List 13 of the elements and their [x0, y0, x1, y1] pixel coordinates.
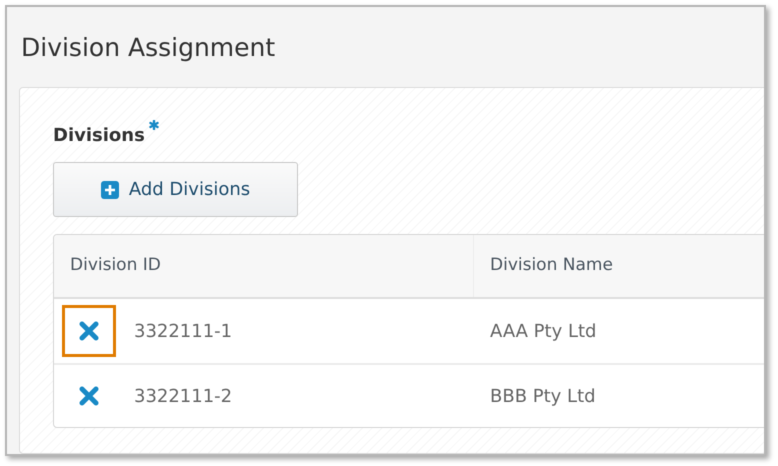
page-title: Division Assignment [21, 33, 276, 62]
plus-icon [100, 180, 119, 198]
remove-button[interactable] [62, 305, 116, 357]
division-name: AAA Pty Ltd [490, 320, 596, 342]
division-id: 3322111-1 [134, 320, 232, 344]
close-icon [79, 386, 99, 406]
division-id: 3322111-2 [134, 384, 232, 408]
division-name: BBB Pty Ltd [490, 386, 596, 406]
column-header: Division Name [490, 255, 613, 276]
section-label: Divisions [53, 124, 145, 148]
add-divisions-button[interactable]: Add Divisions [53, 162, 298, 217]
column-header: Division ID [70, 254, 161, 278]
close-icon [79, 321, 99, 341]
